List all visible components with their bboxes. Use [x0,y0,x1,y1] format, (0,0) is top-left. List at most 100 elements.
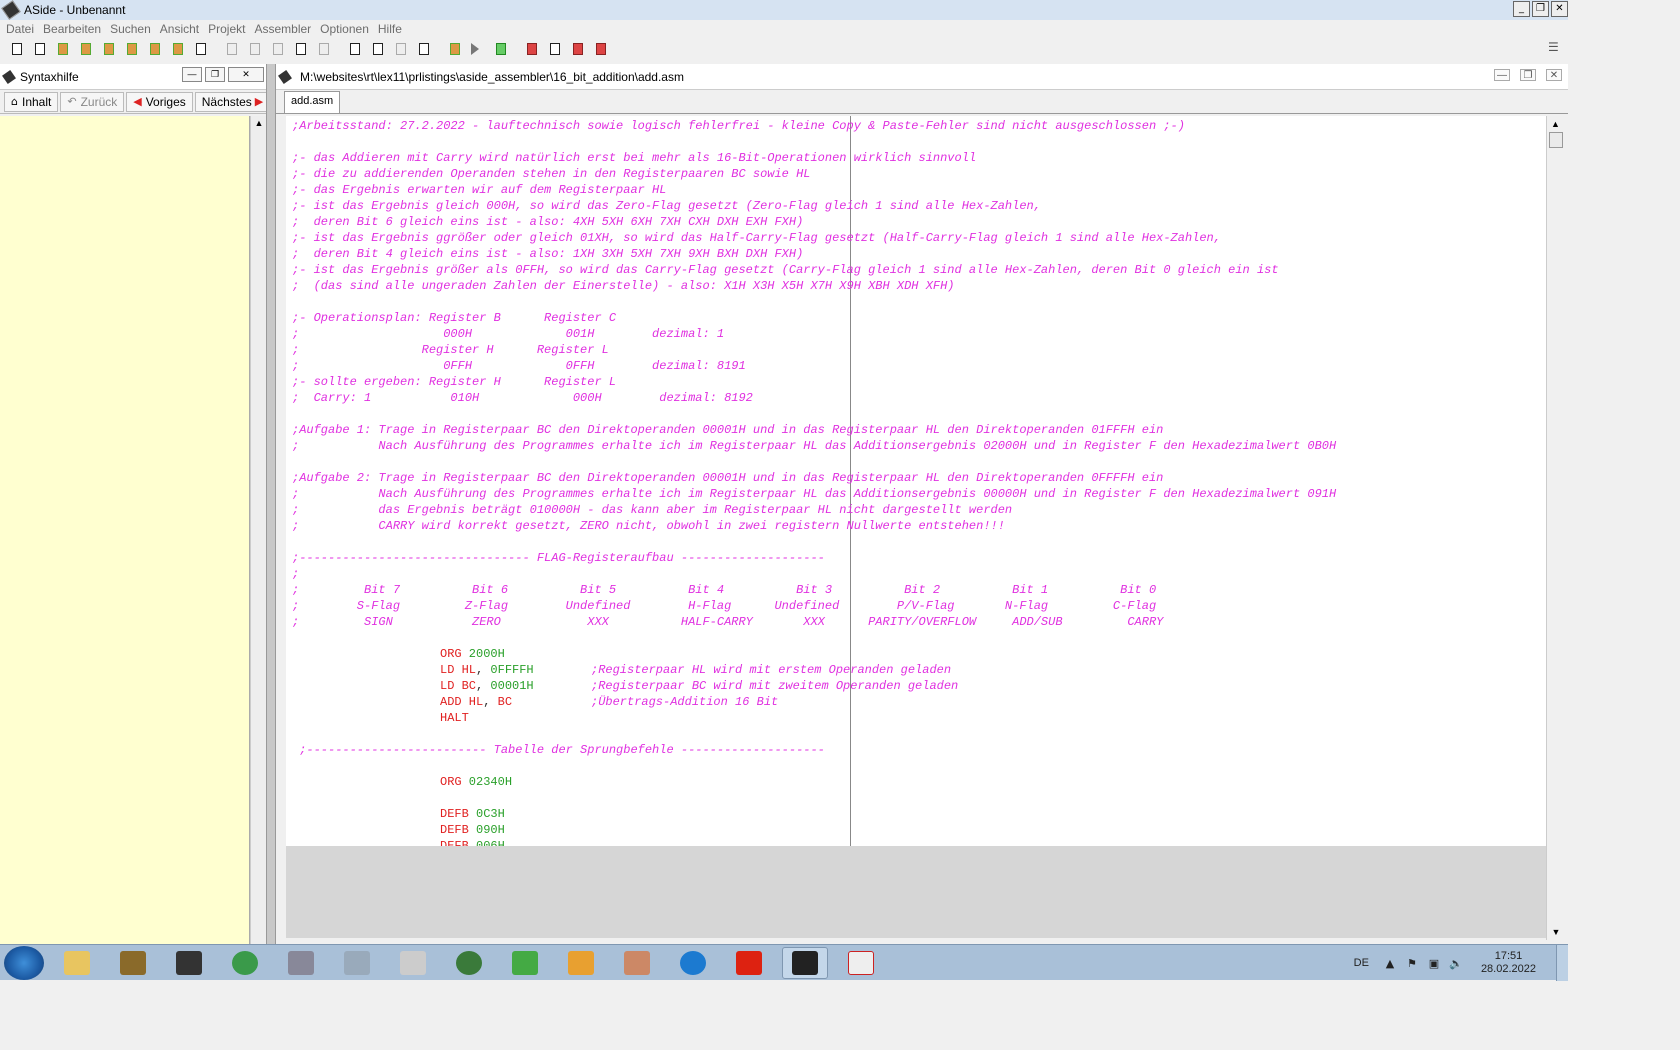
cut-icon[interactable] [246,42,263,57]
editor-close-button[interactable]: ✕ [1546,69,1562,81]
replace-icon[interactable] [392,42,409,57]
jkcemu-taskbar-icon[interactable] [838,947,884,979]
paste-icon[interactable] [292,42,309,57]
comment-line: ;- ist das Ergebnis ggrößer oder gleich … [292,231,1221,245]
menu-projekt[interactable]: Projekt [208,22,245,36]
edge-taskbar-icon[interactable] [670,947,716,979]
volume-icon[interactable]: 🔈 [1449,957,1463,970]
network-icon[interactable]: ▣ [1427,957,1441,970]
assemble-icon[interactable] [446,42,463,57]
editor-controls: — ❐ ✕ [1494,69,1562,81]
print-icon[interactable] [192,42,209,57]
explorer-taskbar-icon[interactable] [54,947,100,979]
help-open-icon[interactable] [546,42,563,57]
menu-datei[interactable]: Datei [6,22,34,36]
run-icon[interactable] [469,42,486,57]
pl-taskbar-icon[interactable] [726,947,772,979]
check-icon[interactable] [492,42,509,57]
help-scrollbar[interactable]: ▲ [250,116,266,944]
comment-line: ; CARRY wird korrekt gesetzt, ZERO nicht… [292,519,1005,533]
chrome-taskbar-icon[interactable] [222,947,268,979]
help-page-icon[interactable] [569,42,586,57]
minimize-button[interactable]: _ [1513,1,1530,17]
syntax-help-title-bar: Syntaxhilfe — ❐ ✕ [0,64,268,90]
mnemonic: ORG [440,775,462,789]
open-file-icon[interactable] [100,42,117,57]
find-next-icon[interactable] [369,42,386,57]
help-content-area[interactable] [0,116,250,944]
file-path: M:\websites\rt\lex11\prlistings\aside_as… [300,69,684,84]
scroll-thumb[interactable] [1549,132,1563,148]
menu-ansicht[interactable]: Ansicht [160,22,199,36]
operand: 090H [468,823,505,837]
start-button[interactable] [4,945,44,980]
toolbar-grip-icon[interactable]: ☰ [1548,40,1562,56]
new-project-icon[interactable] [54,42,71,57]
compass-taskbar-icon[interactable] [110,947,156,979]
code-line: ORG 2000H [440,646,505,662]
comment-line: ; 000H 001H dezimal: 1 [292,327,725,341]
save-all-icon[interactable] [146,42,163,57]
save-icon[interactable] [169,42,186,57]
tray-up-icon[interactable]: ▲ [1383,957,1397,970]
zurueck-button[interactable]: ↶ Zurück [60,91,125,112]
aside-taskbar-icon[interactable] [782,946,828,979]
globe-taskbar-icon[interactable] [446,947,492,979]
menu-optionen[interactable]: Optionen [320,22,369,36]
comment-line: ; (das sind alle ungeraden Zahlen der Ei… [292,279,955,293]
scroll-down-icon[interactable]: ▼ [1547,924,1565,940]
goto-icon[interactable] [415,42,432,57]
calculator-taskbar-icon[interactable] [390,947,436,979]
panel-close-button[interactable]: ✕ [228,67,264,82]
undo-icon[interactable] [223,42,240,57]
scroll-up-icon[interactable]: ▲ [251,116,267,130]
separator: , [476,679,491,693]
flag-icon[interactable]: ⚑ [1405,957,1419,970]
tab-add-asm[interactable]: add.asm [284,91,341,113]
edit-icon[interactable] [315,42,332,57]
panel-restore-button[interactable]: ❐ [205,67,225,82]
open-project-icon[interactable] [77,42,94,57]
chip-taskbar-icon[interactable] [166,947,212,979]
menu-hilfe[interactable]: Hilfe [378,22,402,36]
editor-minimize-button[interactable]: — [1494,69,1510,81]
panel-controls: — ❐ ✕ [182,67,264,82]
inline-comment: ;Übertrags-Addition 16 Bit [591,695,779,709]
comment-line: ;- ist das Ergebnis gleich 000H, so wird… [292,199,1041,213]
menu-suchen[interactable]: Suchen [110,22,151,36]
mnemonic: ORG [440,647,462,661]
editor-restore-button[interactable]: ❐ [1520,69,1536,81]
copy-icon[interactable] [269,42,286,57]
mnemonic: DEFB [440,807,469,821]
inhalt-button[interactable]: ⌂ Inhalt [4,91,59,112]
close-button[interactable]: ✕ [1551,1,1568,17]
paint-taskbar-icon[interactable] [614,947,660,979]
media-taskbar-icon[interactable] [558,947,604,979]
open-folder-icon[interactable] [123,42,140,57]
voriges-button[interactable]: ◀ Voriges [126,91,193,112]
editor-scrollbar[interactable]: ▲ ▼ [1546,116,1564,940]
find-icon[interactable] [346,42,363,57]
comment-line: ;- Operationsplan: Register B Register C [292,311,617,325]
help-book-icon[interactable] [523,42,540,57]
show-desktop-button[interactable] [1556,945,1568,981]
comment-line: ; SIGN ZERO XXX HALF-CARRY XXX PARITY/OV… [292,615,1164,629]
panel-splitter[interactable] [266,64,276,944]
naechstes-button[interactable]: Nächstes ▶ [194,91,275,112]
network-taskbar-icon[interactable] [502,947,548,979]
keyboard-taskbar-icon[interactable] [278,947,324,979]
panel-icon [2,69,16,84]
code-editor[interactable]: ;Arbeitsstand: 27.2.2022 - lauftechnisch… [286,116,1546,846]
help-index-icon[interactable] [592,42,609,57]
notes-taskbar-icon[interactable] [334,947,380,979]
language-indicator[interactable]: DE [1354,957,1369,969]
menu-bearbeiten[interactable]: Bearbeiten [43,22,101,36]
maximize-button[interactable]: ❐ [1532,1,1549,17]
new-file-icon[interactable] [8,42,25,57]
menu-assembler[interactable]: Assembler [254,22,311,36]
clock[interactable]: 17:51 28.02.2022 [1481,950,1536,976]
scroll-up-icon[interactable]: ▲ [1547,116,1564,132]
comment-line: ; deren Bit 4 gleich eins ist - also: 1X… [292,247,804,261]
panel-minimize-button[interactable]: — [182,67,202,82]
new-doc-icon[interactable] [31,42,48,57]
